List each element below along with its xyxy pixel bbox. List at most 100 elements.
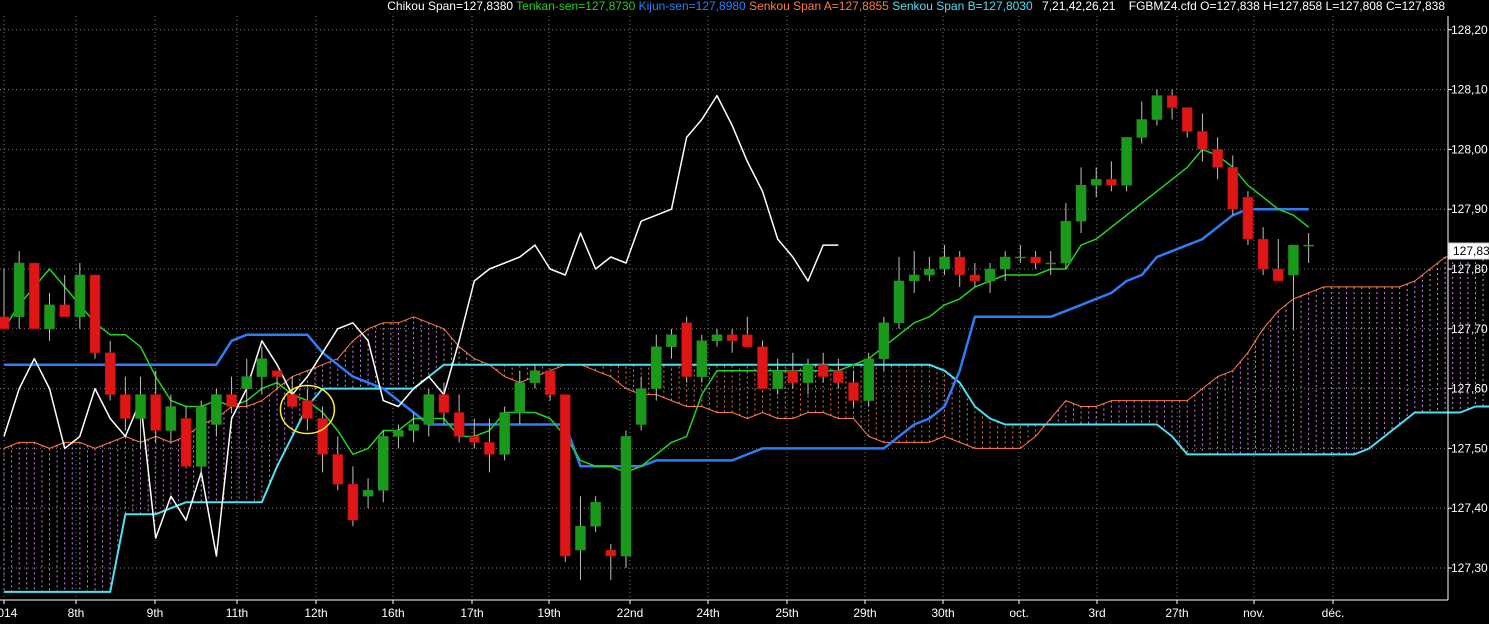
candlestick[interactable] bbox=[408, 412, 419, 443]
candlestick[interactable] bbox=[1106, 161, 1117, 192]
candlestick[interactable] bbox=[1182, 107, 1193, 138]
candle-body-up bbox=[1303, 244, 1314, 247]
candlestick[interactable] bbox=[226, 376, 237, 413]
candlestick[interactable] bbox=[742, 316, 753, 347]
candlestick[interactable] bbox=[544, 370, 556, 401]
candlestick[interactable] bbox=[984, 263, 996, 293]
candlestick[interactable] bbox=[59, 274, 70, 318]
candlestick[interactable] bbox=[302, 388, 313, 431]
candle-body-up bbox=[939, 256, 950, 270]
candlestick[interactable] bbox=[89, 274, 101, 359]
candlestick[interactable] bbox=[514, 370, 526, 425]
candle-body-up bbox=[423, 394, 435, 425]
candlestick[interactable] bbox=[13, 251, 25, 329]
candlestick[interactable] bbox=[332, 436, 343, 491]
candlestick[interactable] bbox=[620, 430, 632, 568]
candle-body-up bbox=[711, 334, 723, 342]
candlestick[interactable] bbox=[666, 328, 677, 359]
candlestick[interactable] bbox=[575, 496, 586, 580]
candlestick[interactable] bbox=[362, 478, 374, 509]
candlestick[interactable] bbox=[120, 376, 131, 431]
candlestick[interactable] bbox=[954, 251, 965, 287]
candlesticks[interactable] bbox=[0, 89, 1314, 580]
candlestick[interactable] bbox=[696, 334, 708, 383]
candlestick[interactable] bbox=[635, 376, 647, 431]
candle-body-down bbox=[226, 394, 237, 407]
candlestick[interactable] bbox=[1288, 244, 1299, 329]
candle-body-up bbox=[256, 358, 268, 377]
candlestick[interactable] bbox=[195, 400, 207, 479]
grid bbox=[0, 16, 1448, 600]
candle-body-up bbox=[893, 280, 905, 324]
candlestick[interactable] bbox=[1090, 167, 1102, 198]
candle-body-up bbox=[1136, 119, 1147, 138]
candlestick[interactable] bbox=[848, 370, 859, 407]
candlestick[interactable] bbox=[893, 257, 905, 329]
time-axis[interactable]: 2014 8th 9th 11th 12th 16th 17th 19th 22nd 24th 25… bbox=[0, 599, 1448, 620]
ichimoku-chart[interactable]: 128,20 128,10 128,00 127,90 127,80 127,70 127,… bbox=[0, 0, 1489, 624]
candlestick[interactable] bbox=[560, 394, 571, 563]
candle-body-up bbox=[499, 412, 510, 455]
candlestick[interactable] bbox=[1060, 203, 1072, 269]
candlestick[interactable] bbox=[0, 269, 10, 330]
candle-body-up bbox=[13, 262, 25, 318]
candlestick[interactable] bbox=[1303, 233, 1314, 264]
candlestick[interactable] bbox=[180, 406, 192, 467]
candlestick[interactable] bbox=[817, 352, 829, 383]
candlestick[interactable] bbox=[499, 406, 510, 461]
price-axis[interactable]: 128,20 128,10 128,00 127,90 127,80 127,70 127,… bbox=[1447, 16, 1489, 600]
candlestick[interactable] bbox=[833, 358, 844, 389]
candlestick[interactable] bbox=[1121, 137, 1132, 192]
candle-body-up bbox=[1015, 256, 1026, 259]
candlestick[interactable] bbox=[681, 316, 692, 383]
candlestick[interactable] bbox=[469, 418, 480, 449]
candlestick[interactable] bbox=[211, 388, 222, 437]
candlestick[interactable] bbox=[969, 263, 981, 287]
candlestick[interactable] bbox=[939, 245, 950, 275]
candlestick[interactable] bbox=[651, 334, 662, 401]
candlestick[interactable] bbox=[1273, 239, 1284, 282]
candlestick[interactable] bbox=[863, 352, 874, 407]
candlestick[interactable] bbox=[878, 316, 890, 371]
candlestick[interactable] bbox=[908, 251, 920, 293]
candle-body-down bbox=[180, 418, 192, 467]
candlestick[interactable] bbox=[924, 257, 935, 281]
candle-body-up bbox=[1045, 262, 1056, 265]
candlestick[interactable] bbox=[1242, 191, 1254, 246]
candlestick[interactable] bbox=[1212, 137, 1223, 180]
candlestick[interactable] bbox=[1166, 89, 1178, 120]
candlestick[interactable] bbox=[29, 262, 40, 330]
candle-body-down bbox=[317, 418, 328, 455]
candlestick[interactable] bbox=[1030, 251, 1041, 269]
candle-body-up bbox=[1288, 244, 1299, 276]
candlestick[interactable] bbox=[726, 328, 738, 353]
candlestick[interactable] bbox=[423, 388, 435, 437]
candlestick[interactable] bbox=[1151, 89, 1163, 126]
candlestick[interactable] bbox=[590, 496, 601, 533]
candlestick[interactable] bbox=[711, 328, 723, 347]
candlestick[interactable] bbox=[1257, 227, 1269, 275]
candle-body-up bbox=[620, 436, 632, 557]
candlestick[interactable] bbox=[757, 340, 768, 389]
candlestick[interactable] bbox=[44, 292, 55, 341]
candlestick[interactable] bbox=[529, 364, 541, 389]
candlestick[interactable] bbox=[1015, 245, 1026, 264]
time-tick-label: oct. bbox=[1009, 606, 1028, 620]
senkou-span-a-line bbox=[3, 251, 1489, 449]
candlestick[interactable] bbox=[1136, 101, 1147, 144]
candle-body-up bbox=[696, 340, 708, 377]
candlestick[interactable] bbox=[104, 340, 116, 401]
candle-body-down bbox=[347, 484, 359, 521]
candlestick[interactable] bbox=[787, 352, 799, 389]
candlestick[interactable] bbox=[378, 430, 389, 503]
price-tick-label: 127,70 bbox=[1451, 322, 1488, 336]
candle-body-up bbox=[575, 525, 586, 551]
candlestick[interactable] bbox=[605, 544, 617, 580]
candlestick[interactable] bbox=[1045, 251, 1056, 275]
candlestick[interactable] bbox=[453, 394, 465, 443]
candle-body-down bbox=[59, 304, 70, 318]
candle-body-down bbox=[302, 400, 313, 419]
candlestick[interactable] bbox=[347, 466, 359, 527]
candlestick[interactable] bbox=[241, 358, 252, 407]
candlestick[interactable] bbox=[1075, 167, 1087, 234]
